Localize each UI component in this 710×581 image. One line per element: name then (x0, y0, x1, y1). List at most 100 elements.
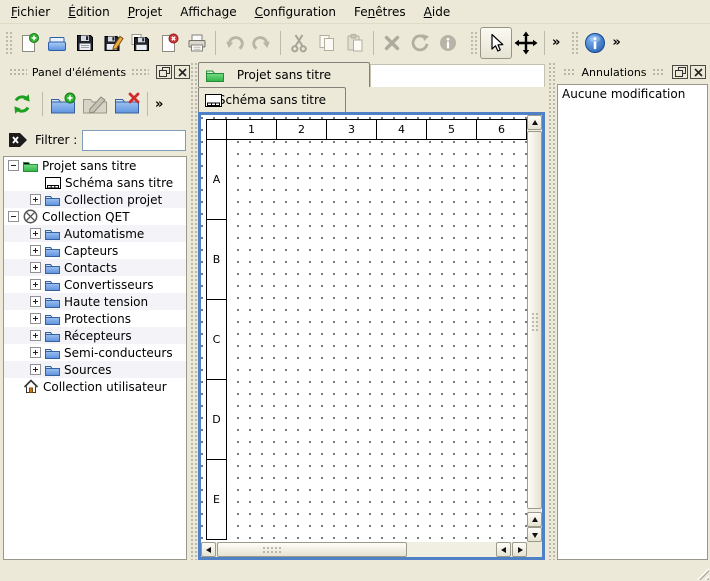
menu-label: Fe (354, 5, 368, 19)
collapse-icon[interactable] (8, 211, 19, 222)
tree-item-sources[interactable]: Sources (4, 361, 186, 378)
save-as-button[interactable] (99, 29, 127, 57)
rotate-icon (409, 32, 431, 54)
qet-logo-icon (23, 209, 38, 224)
scroll-down-button[interactable] (527, 527, 542, 542)
left-arrow-icon (498, 547, 506, 553)
expand-icon[interactable] (30, 279, 41, 290)
tree-item-haute-tension[interactable]: Haute tension (4, 293, 186, 310)
blue-folder-icon (45, 279, 60, 291)
close-panel-button[interactable] (690, 65, 706, 79)
pan-mode-button[interactable] (512, 29, 540, 57)
scroll-left-button[interactable] (201, 542, 216, 557)
new-category-button[interactable] (47, 88, 79, 120)
edit-category-button[interactable] (79, 88, 111, 120)
copy-icon (316, 32, 338, 54)
paste-button[interactable] (341, 29, 369, 57)
expand-icon[interactable] (30, 364, 41, 375)
float-panel-button[interactable] (672, 65, 688, 79)
vertical-scroll-thumb[interactable] (527, 131, 542, 509)
tree-item-recepteurs[interactable]: Récepteurs (4, 327, 186, 344)
reload-icon (10, 92, 34, 116)
delete-button[interactable] (378, 29, 406, 57)
expand-icon[interactable] (30, 245, 41, 256)
schema-sheet-icon (205, 94, 222, 107)
blue-folder-icon (45, 330, 60, 342)
expand-icon[interactable] (30, 228, 41, 239)
tree-item-protections[interactable]: Protections (4, 310, 186, 327)
scroll-up-button[interactable] (527, 115, 542, 130)
tree-item-collection-projet[interactable]: Collection projet (4, 191, 186, 208)
tree-item-contacts[interactable]: Contacts (4, 259, 186, 276)
scroll-up-button[interactable] (527, 512, 542, 527)
save-button[interactable] (71, 29, 99, 57)
toolbar-overflow-button[interactable]: » (609, 35, 623, 50)
tree-item-collection-qet[interactable]: Collection QET (4, 208, 186, 225)
expand-icon[interactable] (30, 262, 41, 273)
menu-projet[interactable]: Projet (119, 2, 171, 22)
save-all-button[interactable] (127, 29, 155, 57)
tree-item-capteurs[interactable]: Capteurs (4, 242, 186, 259)
toolbar-overflow-button[interactable]: » (549, 35, 563, 50)
undo-panel-titlebar[interactable]: Annulations (558, 62, 706, 82)
panel-toolbar-overflow-button[interactable]: » (152, 97, 166, 112)
scroll-left-button[interactable] (496, 542, 511, 557)
menu-fichier[interactable]: Fichier (2, 2, 59, 22)
close-panel-button[interactable] (174, 65, 190, 79)
about-button[interactable] (581, 29, 609, 57)
toolbar-separator (42, 92, 43, 116)
tab-schema-sans-titre[interactable]: Schéma sans titre (198, 87, 346, 112)
collapse-icon[interactable] (8, 160, 19, 171)
menu-configuration[interactable]: Configuration (246, 2, 345, 22)
resize-grip[interactable] (695, 566, 709, 580)
tree-item-collection-utilisateur[interactable]: Collection utilisateur (4, 378, 186, 395)
expand-icon[interactable] (30, 296, 41, 307)
copy-button[interactable] (313, 29, 341, 57)
menu-fenetres[interactable]: Fenêtres (345, 2, 415, 22)
vertical-scrollbar[interactable] (527, 115, 542, 542)
horizontal-scroll-thumb[interactable] (217, 542, 407, 557)
new-file-button[interactable] (15, 29, 43, 57)
clear-filter-button[interactable] (8, 132, 28, 148)
expand-icon[interactable] (30, 194, 41, 205)
undo-list-item[interactable]: Aucune modification (558, 85, 707, 103)
scroll-right-button[interactable] (512, 542, 527, 557)
horizontal-scrollbar[interactable] (201, 542, 527, 557)
splitter-handle[interactable] (190, 62, 197, 560)
menu-affichage[interactable]: Affichage (171, 2, 245, 22)
close-file-button[interactable] (155, 29, 183, 57)
toolbar-drag-handle[interactable] (470, 31, 477, 55)
expand-icon[interactable] (30, 347, 41, 358)
menu-edition[interactable]: Édition (59, 2, 119, 22)
tree-item-projet[interactable]: Projet sans titre (4, 157, 186, 174)
toolbar-drag-handle[interactable] (571, 31, 578, 55)
schema-canvas[interactable]: 1 2 3 4 5 6 A B C D E (201, 115, 527, 542)
tab-projet-sans-titre[interactable]: Projet sans titre (198, 62, 370, 87)
cut-button[interactable] (285, 29, 313, 57)
select-mode-button[interactable] (480, 27, 512, 59)
menu-label: êtres (375, 5, 405, 19)
tree-item-convertisseurs[interactable]: Convertisseurs (4, 276, 186, 293)
expand-icon[interactable] (30, 330, 41, 341)
undo-history-list[interactable]: Aucune modification (557, 84, 708, 560)
redo-button[interactable] (248, 29, 276, 57)
tree-item-schema[interactable]: Schéma sans titre (4, 174, 186, 191)
toolbar-drag-handle[interactable] (5, 31, 12, 55)
right-arrow-icon (518, 547, 526, 553)
menu-aide[interactable]: Aide (415, 2, 460, 22)
splitter-handle[interactable] (548, 62, 555, 560)
open-file-button[interactable] (43, 29, 71, 57)
element-panel-titlebar[interactable]: Panel d'éléments (4, 62, 190, 82)
tree-item-semi-conducteurs[interactable]: Semi-conducteurs (4, 344, 186, 361)
tree-item-automatisme[interactable]: Automatisme (4, 225, 186, 242)
menu-label: ichier (17, 5, 50, 19)
print-button[interactable] (183, 29, 211, 57)
reload-collections-button[interactable] (6, 88, 38, 120)
properties-button[interactable] (434, 29, 462, 57)
filter-input[interactable] (82, 130, 186, 151)
float-panel-button[interactable] (156, 65, 172, 79)
expand-icon[interactable] (30, 313, 41, 324)
undo-button[interactable] (220, 29, 248, 57)
delete-category-button[interactable] (111, 88, 143, 120)
rotate-button[interactable] (406, 29, 434, 57)
